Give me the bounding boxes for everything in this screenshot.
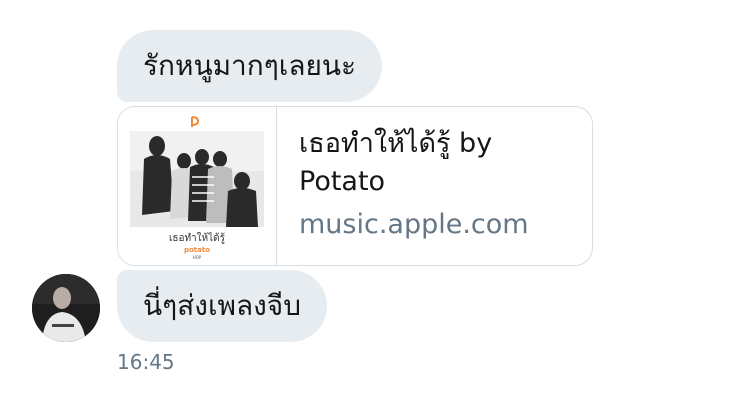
message-timestamp: 16:45: [117, 350, 175, 374]
message-text: รักหนูมากๆเลยนะ: [143, 49, 357, 82]
avatar[interactable]: [32, 274, 100, 342]
album-label: HOP: [193, 255, 202, 260]
card-domain: music.apple.com: [299, 209, 529, 240]
message-text: นี่ๆส่งเพลงจีบ: [143, 289, 301, 322]
album-cover-art: เธอทำให้ได้รู้ potato HOP: [122, 111, 272, 261]
link-preview-card[interactable]: เธอทำให้ได้รู้ potato HOP เธอทำให้ได้รู้…: [117, 106, 593, 266]
user-avatar-image: [32, 274, 100, 342]
message-bubble[interactable]: รักหนูมากๆเลยนะ: [117, 30, 383, 102]
message-bubble[interactable]: นี่ๆส่งเพลงจีบ: [117, 270, 327, 342]
album-artist-name: potato: [184, 246, 210, 254]
album-cover-image: เธอทำให้ได้รู้ potato HOP: [118, 107, 277, 265]
dm-conversation: รักหนูมากๆเลยนะ เธอทำให้ได้รู้ potato HO…: [0, 0, 750, 398]
card-text-area: เธอทำให้ได้รู้ by Potato music.apple.com: [277, 107, 592, 265]
album-song-title: เธอทำให้ได้รู้: [169, 232, 226, 244]
card-title: เธอทำให้ได้รู้ by Potato: [299, 128, 493, 197]
